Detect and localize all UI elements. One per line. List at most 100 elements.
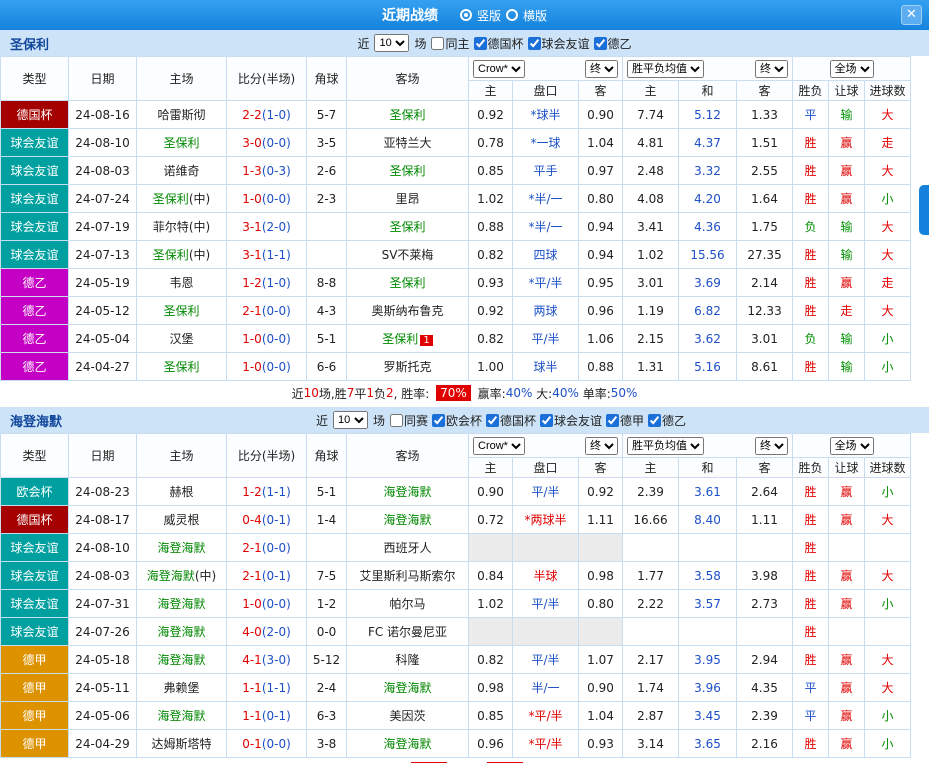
score-cell: 4-0(2-0): [227, 618, 307, 646]
col-header-date: 日期: [69, 434, 137, 478]
avg-home-cell: 3.14: [623, 730, 679, 758]
avg-home-cell: 7.74: [623, 101, 679, 129]
radio-vertical-icon[interactable]: [460, 9, 472, 21]
odds-time-select[interactable]: 终: [585, 437, 618, 455]
radio-horizontal-label[interactable]: 横版: [523, 7, 547, 24]
league-filter-checkbox[interactable]: [474, 37, 487, 50]
league-filter-checkbox[interactable]: [528, 37, 541, 50]
score-cell: 3-1(2-0): [227, 213, 307, 241]
team-name: 海登海默: [0, 411, 72, 430]
league-filter[interactable]: 球会友谊: [528, 35, 590, 52]
score-cell: 1-2(1-1): [227, 478, 307, 506]
radio-horizontal-icon[interactable]: [506, 9, 518, 21]
team-text: 海登海默: [157, 597, 205, 611]
result-goals-cell: 小: [865, 353, 911, 381]
result-goals-cell: [865, 618, 911, 646]
avg-time-select[interactable]: 终: [755, 60, 788, 78]
date-cell: 24-04-27: [69, 353, 137, 381]
league-filter[interactable]: 德国杯: [486, 412, 536, 429]
result-handicap-cell: 输: [829, 213, 865, 241]
corner-cell: [307, 241, 347, 269]
match-row: 德国杯24-08-16哈雷斯彻2-2(1-0)5-7圣保利0.92*球半0.90…: [1, 101, 911, 129]
league-filter-checkbox[interactable]: [648, 414, 661, 427]
team-text: 科隆: [395, 653, 419, 667]
scope-select[interactable]: 全场: [830, 60, 874, 78]
league-filter[interactable]: 德乙: [648, 412, 686, 429]
halftime-score: (0-0): [262, 597, 291, 611]
scope-group-header: 全场: [793, 434, 911, 458]
league-filter[interactable]: 德乙: [594, 35, 632, 52]
close-icon[interactable]: ✕: [901, 5, 922, 25]
league-filter-checkbox[interactable]: [606, 414, 619, 427]
fulltime-score: 1-0: [242, 192, 262, 206]
handicap-line-cell: *平/半: [513, 269, 579, 297]
result-goals-cell: 大: [865, 101, 911, 129]
odds-time-select[interactable]: 终: [585, 60, 618, 78]
halftime-score: (0-0): [262, 737, 291, 751]
col-header-avg-away: 客: [737, 81, 793, 101]
same-filter[interactable]: 同主: [431, 35, 469, 52]
league-filter[interactable]: 球会友谊: [540, 412, 602, 429]
league-filter[interactable]: 欧会杯: [432, 412, 482, 429]
fulltime-score: 1-2: [242, 485, 262, 499]
recent-count-select[interactable]: 10: [333, 411, 368, 429]
league-filter[interactable]: 德甲: [606, 412, 644, 429]
side-panel-handle-icon[interactable]: [919, 185, 929, 235]
result-goals-cell: 小: [865, 590, 911, 618]
match-row: 欧会杯24-08-23赫根1-2(1-1)5-1海登海默0.90平/半0.922…: [1, 478, 911, 506]
team-text: 圣保利: [153, 192, 189, 206]
scope-group-header: 全场: [793, 57, 911, 81]
handicap-line-cell: 两球: [513, 297, 579, 325]
avg-time-select[interactable]: 终: [755, 437, 788, 455]
avg-draw-cell: 4.36: [679, 213, 737, 241]
league-cell: 德国杯: [1, 101, 69, 129]
score-cell: 1-0(0-0): [227, 325, 307, 353]
corner-cell: 0-0: [307, 618, 347, 646]
avg-away-cell: 1.75: [737, 213, 793, 241]
league-filter-checkbox[interactable]: [594, 37, 607, 50]
date-cell: 24-05-19: [69, 269, 137, 297]
score-cell: 2-2(1-0): [227, 101, 307, 129]
summary-text: 1: [366, 386, 374, 400]
col-header-away: 客场: [347, 434, 469, 478]
league-cell: 球会友谊: [1, 157, 69, 185]
match-row: 德乙24-04-27圣保利1-0(0-0)6-6罗斯托克1.00球半0.881.…: [1, 353, 911, 381]
avg-home-cell: 16.66: [623, 506, 679, 534]
league-filter-checkbox[interactable]: [432, 414, 445, 427]
result-wdl-cell: 平: [793, 702, 829, 730]
radio-vertical-label[interactable]: 竖版: [477, 7, 501, 24]
team-text: 帕尔马: [389, 597, 425, 611]
home-team-cell: 海登海默: [137, 646, 227, 674]
league-filter-checkbox[interactable]: [540, 414, 553, 427]
results-table: 类型 日期 主场 比分(半场) 角球 客场 Crow* 终 胜平负均值: [0, 433, 911, 758]
corner-cell: 2-6: [307, 157, 347, 185]
avg-home-cell: 2.48: [623, 157, 679, 185]
result-handicap-cell: 赢: [829, 506, 865, 534]
score-cell: 1-2(1-0): [227, 269, 307, 297]
match-row: 球会友谊24-07-26海登海默4-0(2-0)0-0FC 诺尔曼尼亚胜: [1, 618, 911, 646]
same-filter-checkbox[interactable]: [390, 414, 403, 427]
avg-type-select[interactable]: 胜平负均值: [627, 437, 704, 455]
result-goals-cell: 小: [865, 185, 911, 213]
result-handicap-cell: 赢: [829, 269, 865, 297]
odds-company-select[interactable]: Crow*: [473, 437, 525, 455]
home-odds-cell: 0.78: [469, 129, 513, 157]
fulltime-score: 4-0: [242, 625, 262, 639]
avg-away-cell: 1.64: [737, 185, 793, 213]
league-filter-checkbox[interactable]: [486, 414, 499, 427]
avg-home-cell: 1.31: [623, 353, 679, 381]
score-cell: 1-1(1-1): [227, 674, 307, 702]
result-handicap-cell: 赢: [829, 157, 865, 185]
same-filter[interactable]: 同赛: [390, 412, 428, 429]
home-odds-cell: 1.02: [469, 185, 513, 213]
fulltime-score: 3-0: [242, 136, 262, 150]
scope-select[interactable]: 全场: [830, 437, 874, 455]
odds-company-select[interactable]: Crow*: [473, 60, 525, 78]
recent-count-select[interactable]: 10: [374, 34, 409, 52]
result-handicap-cell: 赢: [829, 185, 865, 213]
league-filter[interactable]: 德国杯: [474, 35, 524, 52]
score-cell: 2-1(0-0): [227, 297, 307, 325]
avg-type-select[interactable]: 胜平负均值: [627, 60, 704, 78]
same-filter-checkbox[interactable]: [431, 37, 444, 50]
home-team-cell: 圣保利(中): [137, 241, 227, 269]
